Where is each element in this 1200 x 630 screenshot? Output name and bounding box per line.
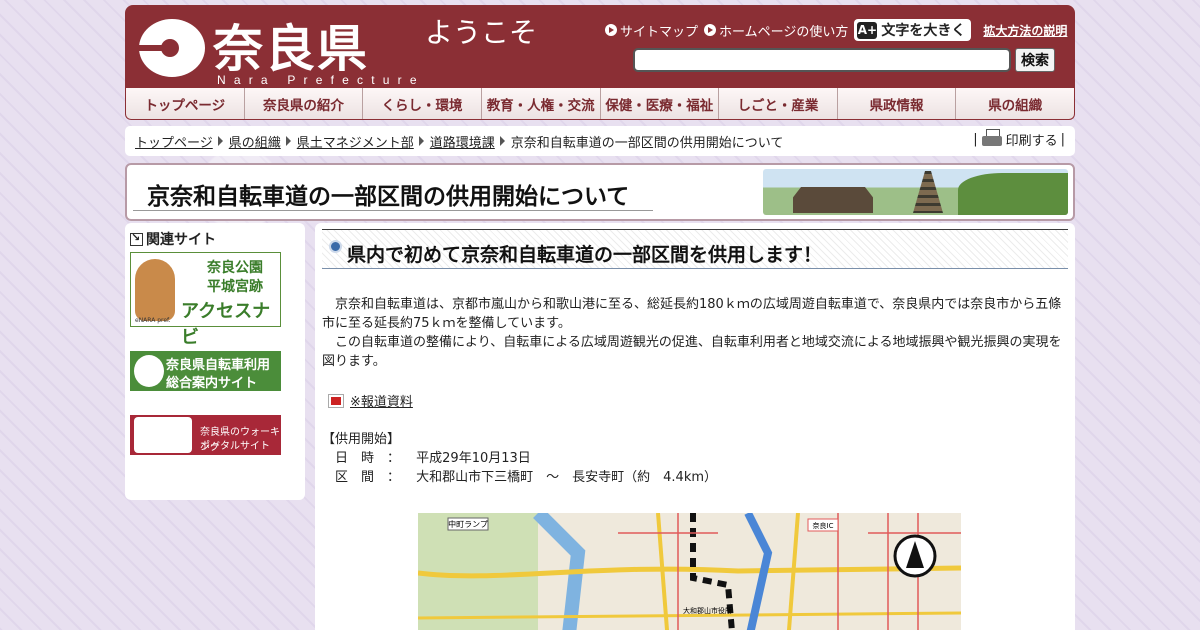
printer-icon bbox=[981, 129, 1002, 149]
print-button[interactable]: | 印刷する | bbox=[973, 129, 1065, 149]
page-title-banner: 京奈和自転車道の一部区間の供用開始について bbox=[125, 163, 1075, 221]
sidebar: 関連サイト 奈良公園 平城宮跡 アクセスナビ eNARA pref. 奈良県自転… bbox=[125, 223, 305, 500]
date-value: 平成29年10月13日 bbox=[416, 451, 531, 466]
related-sites-label: 関連サイト bbox=[146, 232, 216, 248]
logo-roman: Nara Prefecture bbox=[217, 73, 425, 87]
title-underline bbox=[133, 210, 653, 211]
enlarge-text-button[interactable]: A+ 文字を大きく bbox=[854, 19, 972, 41]
breadcrumb-link-top[interactable]: トップページ bbox=[135, 132, 213, 151]
walking-logo-icon bbox=[134, 417, 192, 453]
deer-mascot-icon bbox=[135, 259, 175, 321]
nav-item-work[interactable]: しごと・産業 bbox=[719, 88, 838, 119]
nav-item-top[interactable]: トップページ bbox=[126, 88, 245, 119]
welcome-text: ようこそ bbox=[425, 16, 538, 49]
external-link-icon bbox=[130, 231, 143, 246]
purpose-paragraph: この自転車道の整備により、自転車による広域周遊観光の促進、自転車利用者と地域交流… bbox=[322, 335, 1062, 369]
breadcrumb-link-organization[interactable]: 県の組織 bbox=[229, 132, 281, 151]
sitemap-link[interactable]: サイトマップ bbox=[605, 21, 698, 40]
chevron-right-icon bbox=[499, 136, 505, 146]
chevron-right-icon bbox=[285, 136, 291, 146]
prefecture-emblem-icon bbox=[139, 19, 205, 77]
text-size-icon: A+ bbox=[857, 21, 878, 39]
banner1-line3: アクセスナビ bbox=[181, 301, 271, 348]
related-sites-heading: 関連サイト bbox=[130, 229, 300, 249]
banner2-line1: 奈良県自転車利用 bbox=[166, 358, 271, 373]
nav-item-admin[interactable]: 県政情報 bbox=[838, 88, 957, 119]
nav-item-life[interactable]: くらし・環境 bbox=[363, 88, 482, 119]
nav-item-education[interactable]: 教育・人権・交流 bbox=[482, 88, 601, 119]
nav-item-organization[interactable]: 県の組織 bbox=[956, 88, 1074, 119]
banner1-line1: 奈良公園 bbox=[207, 260, 263, 276]
sitemap-link-label: サイトマップ bbox=[620, 24, 699, 40]
banner-cycling-guide[interactable]: 奈良県自転車利用 総合案内サイト bbox=[130, 351, 281, 391]
breadcrumb-link-division[interactable]: 道路環境課 bbox=[430, 132, 495, 151]
banner1-line2: 平城宮跡 bbox=[207, 279, 263, 295]
date-label: 日 時 ： bbox=[322, 451, 401, 466]
map-label-ic: 奈良IC bbox=[813, 521, 834, 530]
search-input[interactable] bbox=[633, 48, 1011, 72]
banner2-line2: 総合案内サイト bbox=[166, 376, 258, 391]
print-suffix: | bbox=[1060, 131, 1065, 147]
content-heading-text: 県内で初めて京奈和自転車道の一部区間を供用します！ bbox=[347, 244, 823, 266]
intro-paragraph: 京奈和自転車道は、京都市嵐山から和歌山港に至る、総延長約180ｋｍの広域周遊自転… bbox=[322, 297, 1062, 331]
enlarge-text-label: 文字を大きく bbox=[881, 23, 966, 39]
content-heading: 県内で初めて京奈和自転車道の一部区間を供用します！ bbox=[322, 229, 1068, 269]
bicycle-icon bbox=[134, 355, 164, 387]
print-prefix: | bbox=[973, 131, 978, 147]
chevron-right-icon bbox=[217, 136, 223, 146]
banner-walking-portal[interactable]: 奈良県のウォーキング ポータルサイト bbox=[130, 415, 281, 455]
press-release-link[interactable]: ※報道資料 bbox=[322, 391, 1068, 410]
site-logo[interactable]: 奈良県 Nara Prefecture bbox=[137, 13, 427, 87]
main-content: 県内で初めて京奈和自転車道の一部区間を供用します！ 京奈和自転車道は、京都市嵐山… bbox=[315, 223, 1075, 630]
pagoda-shape bbox=[913, 171, 943, 213]
howto-link-label: ホームページの使い方 bbox=[719, 24, 849, 40]
press-release-label[interactable]: ※報道資料 bbox=[350, 391, 413, 410]
logo-kanji: 奈良県 bbox=[213, 19, 369, 78]
service-section-row: 区 間 ： 大和郡山市下三橋町 ～ 長安寺町（約 4.4km） bbox=[322, 468, 1068, 487]
banner1-small: eNARA pref. bbox=[135, 317, 171, 324]
route-map-graphic: 中町ランプ 大和郡山市役所 奈良IC bbox=[418, 513, 961, 630]
site-header: 奈良県 Nara Prefecture ようこそ サイトマップ ホームページの使… bbox=[125, 5, 1075, 88]
breadcrumb-current: 京奈和自転車道の一部区間の供用開始について bbox=[510, 135, 784, 151]
banner-nara-park-access[interactable]: 奈良公園 平城宮跡 アクセスナビ eNARA pref. bbox=[130, 252, 281, 348]
breadcrumb-link-department[interactable]: 県土マネジメント部 bbox=[297, 132, 414, 151]
breadcrumb: トップページ 県の組織 県土マネジメント部 道路環境課 京奈和自転車道の一部区間… bbox=[125, 126, 1075, 156]
pdf-icon bbox=[328, 393, 344, 408]
zoom-help-link[interactable]: 拡大方法の説明 bbox=[983, 22, 1067, 39]
bullet-icon bbox=[329, 240, 342, 253]
arrow-right-icon bbox=[704, 24, 717, 36]
nav-item-health[interactable]: 保健・医療・福祉 bbox=[601, 88, 720, 119]
temple-photo bbox=[763, 169, 1068, 215]
map-label-cityhall: 大和郡山市役所 bbox=[683, 606, 732, 615]
map-label-interchange: 中町ランプ bbox=[448, 519, 488, 529]
chevron-right-icon bbox=[418, 136, 424, 146]
trees-shape bbox=[958, 173, 1068, 215]
print-label: 印刷する bbox=[1005, 133, 1058, 149]
temple-hall-shape bbox=[793, 187, 873, 213]
global-nav: トップページ 奈良県の紹介 くらし・環境 教育・人権・交流 保健・医療・福祉 し… bbox=[125, 88, 1075, 120]
utility-links: サイトマップ ホームページの使い方 A+ 文字を大きく 拡大方法の説明 bbox=[605, 19, 1067, 41]
nav-item-intro[interactable]: 奈良県の紹介 bbox=[245, 88, 364, 119]
section-label: 区 間 ： bbox=[322, 470, 401, 485]
howto-link[interactable]: ホームページの使い方 bbox=[704, 21, 848, 40]
section-value: 大和郡山市下三橋町 ～ 長安寺町（約 4.4km） bbox=[416, 470, 718, 485]
arrow-right-icon bbox=[605, 24, 617, 36]
banner3-line2: ポータルサイト bbox=[200, 441, 270, 452]
service-date-row: 日 時 ： 平成29年10月13日 bbox=[322, 449, 1068, 468]
page-wrapper: 奈良県 Nara Prefecture ようこそ サイトマップ ホームページの使… bbox=[125, 5, 1075, 630]
route-map: 中町ランプ 大和郡山市役所 奈良IC bbox=[418, 513, 961, 630]
service-start-heading: 【供用開始】 bbox=[322, 432, 401, 447]
search-button[interactable]: 検索 bbox=[1015, 48, 1055, 72]
page-title: 京奈和自転車道の一部区間の供用開始について bbox=[147, 184, 630, 210]
